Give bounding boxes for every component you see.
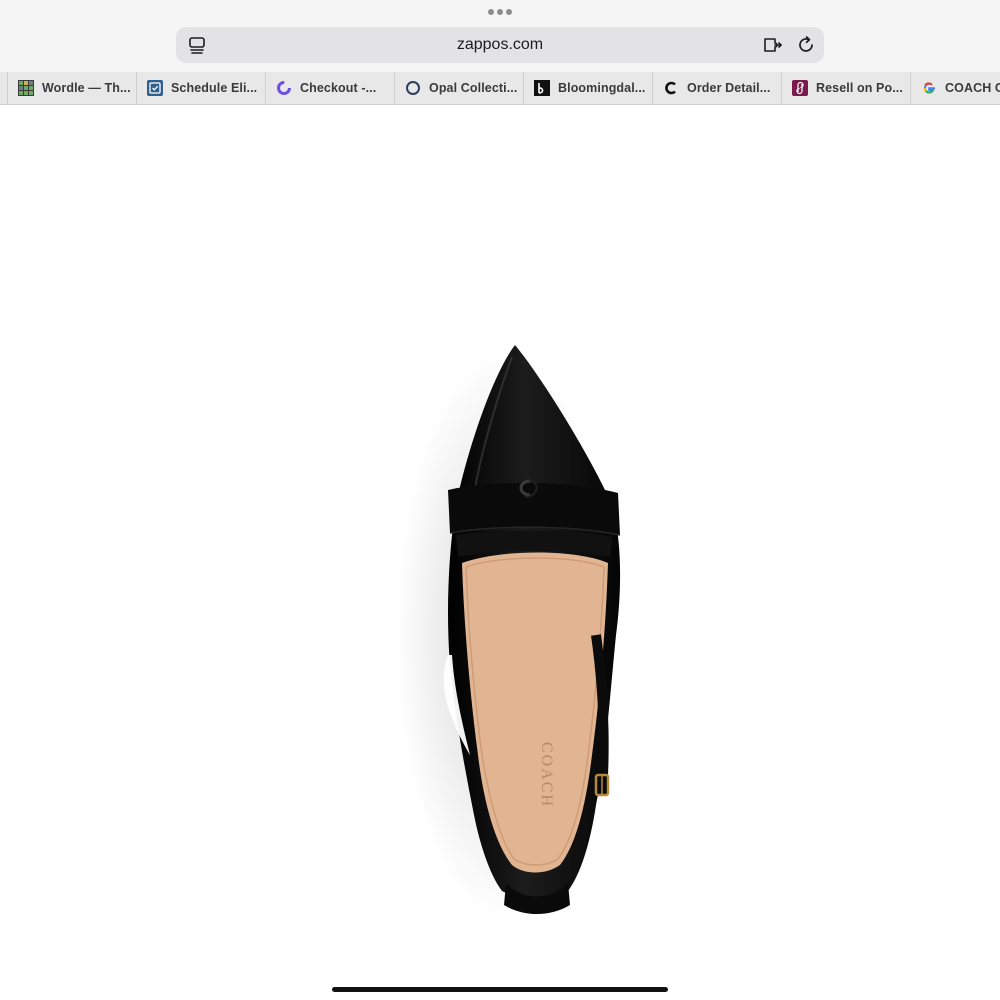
circle-outline-icon (406, 81, 420, 95)
tab-item[interactable]: Schedule Eli... (137, 72, 266, 104)
tab-label: Wordle — Th... (42, 81, 131, 95)
tab-label: Order Detail... (687, 81, 771, 95)
tab-label: Checkout -... (300, 81, 377, 95)
tab-item[interactable]: Bloomingdal... (524, 72, 653, 104)
address-bar[interactable]: zappos.com (176, 27, 824, 63)
insole-brand-text: COACH (538, 742, 555, 808)
tab-item[interactable]: m (0, 72, 8, 104)
bloomingdales-b-icon (534, 80, 550, 96)
wordle-icon (18, 80, 34, 96)
address-url[interactable]: zappos.com (176, 27, 824, 63)
tab-label: Opal Collecti... (429, 81, 518, 95)
tab-label: COACH CA (945, 81, 1000, 95)
product-image-viewer[interactable]: COACH (0, 105, 1000, 1000)
browser-toolbar: zappos.com (0, 0, 1000, 72)
poshmark-icon (792, 80, 808, 96)
coach-c-icon (665, 81, 676, 95)
loading-ring-icon (277, 81, 291, 95)
calendar-check-icon (147, 80, 163, 96)
tab-label: Bloomingdal... (558, 81, 646, 95)
tab-item[interactable]: COACH CA (911, 72, 1000, 104)
tab-item[interactable]: Opal Collecti... (395, 72, 524, 104)
tab-item[interactable]: Resell on Po... (782, 72, 911, 104)
tab-label: Schedule Eli... (171, 81, 258, 95)
tab-bar: m Wordle — Th... Schedule Eli... Checkou… (0, 72, 1000, 105)
reload-icon[interactable] (796, 35, 816, 55)
tab-item[interactable]: Wordle — Th... (8, 72, 137, 104)
google-g-icon (923, 82, 935, 94)
tab-item[interactable]: Checkout -... (266, 72, 395, 104)
tab-item[interactable]: Order Detail... (653, 72, 782, 104)
home-indicator[interactable] (332, 987, 668, 992)
product-image[interactable]: COACH (400, 335, 640, 915)
extensions-icon[interactable] (762, 35, 784, 55)
window-handle-dots-icon[interactable] (488, 9, 512, 15)
tab-label: Resell on Po... (816, 81, 903, 95)
